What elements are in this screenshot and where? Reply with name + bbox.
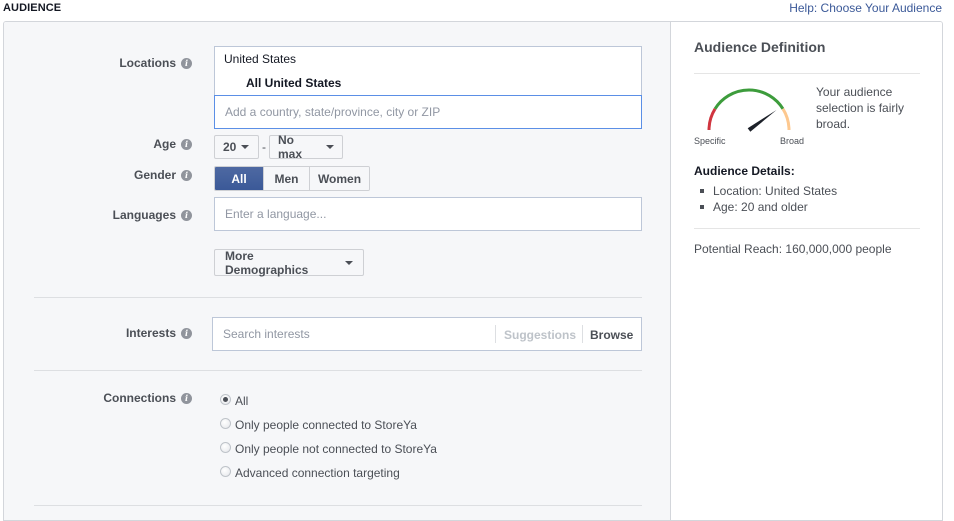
gauge-label-specific: Specific — [694, 136, 726, 146]
chevron-down-icon — [345, 260, 353, 265]
interests-label-text: Interests — [125, 326, 176, 340]
audience-details-list: Location: United States Age: 20 and olde… — [694, 183, 837, 215]
selected-location-scope[interactable]: All United States — [246, 76, 341, 90]
locations-input[interactable] — [214, 95, 642, 129]
section-divider — [34, 297, 642, 298]
detail-text: Age: 20 and older — [713, 200, 808, 214]
chevron-down-icon — [326, 145, 334, 149]
languages-label: Languages i — [113, 208, 192, 222]
age-separator: - — [262, 140, 266, 154]
connections-option-not-connected[interactable]: Only people not connected to StoreYa — [220, 441, 437, 456]
gauge-arc-good — [713, 88, 785, 110]
languages-input[interactable] — [214, 197, 642, 231]
interests-field: Suggestions Browse — [212, 317, 642, 351]
languages-label-text: Languages — [112, 208, 176, 222]
radio-unchecked-icon[interactable] — [220, 441, 231, 453]
gauge-arc-specific — [707, 108, 717, 131]
connections-option-connected[interactable]: Only people connected to StoreYa — [220, 417, 417, 432]
radio-unchecked-icon[interactable] — [220, 417, 231, 429]
gender-women-button[interactable]: Women — [309, 167, 369, 190]
info-icon[interactable]: i — [181, 209, 192, 221]
locations-box: United States All United States — [214, 46, 642, 129]
bullet-icon — [700, 189, 704, 193]
audience-card: Locations i United States All United Sta… — [3, 21, 943, 521]
info-icon[interactable]: i — [181, 57, 192, 69]
info-icon[interactable]: i — [181, 327, 192, 339]
info-icon[interactable]: i — [181, 169, 192, 181]
divider — [582, 325, 583, 343]
radio-label: Only people not connected to StoreYa — [235, 442, 437, 456]
potential-reach: Potential Reach: 160,000,000 people — [694, 242, 892, 256]
section-title: AUDIENCE — [3, 2, 62, 14]
selected-location-country: United States — [224, 52, 297, 66]
divider — [495, 325, 496, 343]
age-label-text: Age — [153, 137, 176, 151]
audience-definition-title: Audience Definition — [694, 39, 826, 55]
interests-label: Interests i — [126, 326, 192, 340]
more-demographics-button[interactable]: More Demographics — [214, 248, 364, 277]
section-divider — [34, 505, 642, 506]
suggestions-button[interactable]: Suggestions — [504, 328, 576, 342]
browse-button[interactable]: Browse — [590, 328, 633, 342]
audience-detail-item: Location: United States — [694, 183, 837, 199]
age-min-value: 20 — [223, 140, 237, 154]
age-max-dropdown[interactable]: No max — [269, 133, 343, 161]
gender-label: Gender i — [134, 168, 192, 182]
help-link[interactable]: Help: Choose Your Audience — [789, 1, 942, 15]
divider — [694, 228, 920, 229]
gauge-label-broad: Broad — [780, 136, 804, 146]
age-max-value: No max — [278, 133, 303, 161]
connections-option-all[interactable]: All — [220, 393, 249, 408]
gauge-needle-icon — [747, 110, 777, 132]
locations-label: Locations i — [119, 56, 192, 70]
audience-breadth-gauge: Specific Broad — [694, 80, 804, 150]
age-min-dropdown[interactable]: 20 — [214, 135, 259, 159]
divider — [694, 73, 920, 74]
gauge-svg: Specific Broad — [694, 88, 804, 146]
interests-search-input[interactable] — [213, 318, 493, 350]
radio-label: All — [235, 394, 249, 408]
connections-label: Connections i — [103, 391, 192, 405]
connections-option-advanced[interactable]: Advanced connection targeting — [220, 465, 400, 480]
audience-form: Locations i United States All United Sta… — [4, 22, 671, 520]
audience-detail-item: Age: 20 and older — [694, 199, 837, 215]
audience-details-title: Audience Details: — [694, 164, 795, 178]
section-divider — [34, 370, 642, 371]
gender-men-button[interactable]: Men — [263, 167, 309, 190]
locations-label-text: Locations — [119, 56, 176, 70]
radio-label: Advanced connection targeting — [235, 466, 400, 480]
detail-text: Location: United States — [713, 184, 838, 198]
gender-label-text: Gender — [133, 168, 176, 182]
gender-segmented-control: All Men Women — [214, 166, 370, 191]
connections-label-text: Connections — [103, 391, 176, 405]
more-demographics-label: More Demographics — [225, 248, 309, 277]
info-icon[interactable]: i — [181, 138, 192, 150]
radio-checked-icon[interactable] — [220, 393, 231, 405]
radio-label: Only people connected to StoreYa — [235, 418, 417, 432]
info-icon[interactable]: i — [181, 392, 192, 404]
audience-definition-panel: Audience Definition Specific Broad Your … — [672, 22, 942, 520]
gender-all-button[interactable]: All — [215, 167, 263, 190]
gauge-arc-broad — [781, 108, 791, 131]
radio-unchecked-icon[interactable] — [220, 465, 231, 477]
bullet-icon — [700, 205, 704, 209]
audience-summary: Your audience selection is fairly broad. — [816, 85, 905, 131]
age-label: Age i — [153, 137, 192, 151]
chevron-down-icon — [241, 145, 250, 149]
